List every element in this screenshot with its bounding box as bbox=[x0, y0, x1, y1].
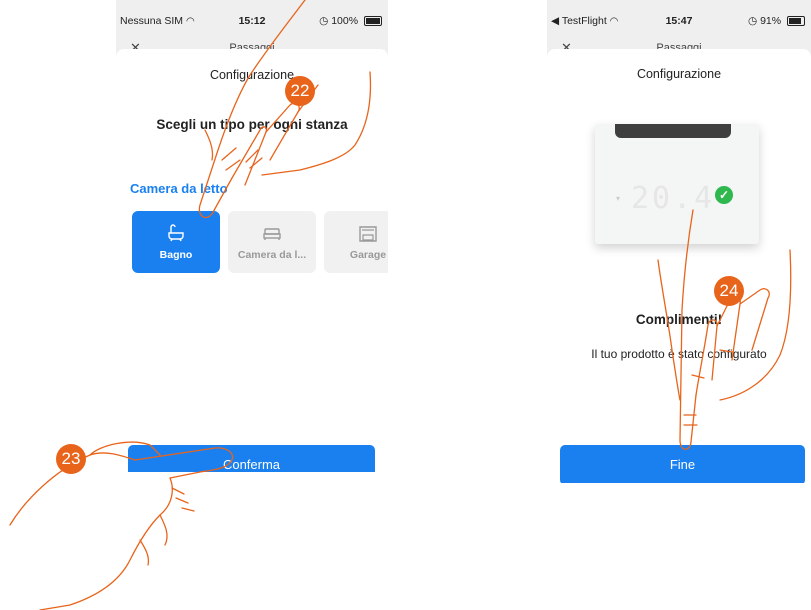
room-type-tile-bagno[interactable]: Bagno bbox=[132, 211, 220, 273]
battery-status: ◷ 100% bbox=[319, 15, 382, 27]
clock: 15:12 bbox=[238, 15, 266, 27]
sheet-title: Configurazione bbox=[636, 67, 722, 81]
wifi-icon: ◠ bbox=[185, 16, 195, 27]
room-type-list: Bagno Camera da l... Garage bbox=[132, 211, 388, 273]
battery-status: ◷ 91% bbox=[748, 15, 805, 27]
status-bar: Nessuna SIM ◠ 15:12 ◷ 100% bbox=[116, 12, 388, 32]
signal-icon: ▾ bbox=[616, 194, 621, 203]
room-type-tile-camera[interactable]: Camera da l... bbox=[228, 211, 316, 273]
confirm-button[interactable]: Conferma bbox=[128, 445, 375, 472]
battery-percent: 100% bbox=[331, 15, 359, 27]
alarm-icon: ◷ bbox=[747, 15, 758, 27]
room-type-tile-garage[interactable]: Garage bbox=[324, 211, 388, 273]
bed-icon bbox=[263, 228, 281, 240]
battery-icon bbox=[364, 16, 382, 27]
battery-icon bbox=[787, 16, 805, 27]
room-type-heading: Scegli un tipo per ogni stanza bbox=[156, 117, 348, 132]
battery-percent: 91% bbox=[760, 15, 782, 27]
carrier-status: Nessuna SIM ◠ bbox=[120, 15, 195, 27]
status-bar: ◀ TestFlight ◠ 15:47 ◷ 91% bbox=[547, 12, 811, 32]
step-badge: 24 bbox=[714, 276, 744, 306]
step-badge: 23 bbox=[56, 444, 86, 474]
thermostat-top-bar bbox=[615, 124, 731, 138]
sheet-title: Configurazione bbox=[209, 68, 295, 82]
configuration-sheet: Configurazione Scegli un tipo per ogni s… bbox=[116, 49, 388, 472]
phone-screen-left: Nessuna SIM ◠ 15:12 ◷ 100% ✕ Passaggi Co… bbox=[116, 0, 388, 472]
congrats-title: Complimenti! bbox=[635, 312, 723, 327]
carrier-label: Nessuna SIM bbox=[120, 15, 184, 27]
alarm-icon: ◷ bbox=[319, 15, 329, 27]
success-check-icon: ✓ bbox=[715, 186, 733, 204]
garage-icon bbox=[359, 226, 377, 242]
back-app-label: TestFlight bbox=[561, 15, 607, 27]
tile-label: Camera da l... bbox=[237, 249, 307, 261]
tile-label: Bagno bbox=[159, 249, 193, 261]
bathtub-icon bbox=[168, 224, 184, 242]
finish-button[interactable]: Fine bbox=[560, 445, 805, 483]
clock: 15:47 bbox=[665, 15, 693, 27]
back-arrow-icon: ◀ bbox=[551, 15, 560, 27]
thermostat-display: 20.4 bbox=[631, 181, 716, 216]
phone-screen-right: ◀ TestFlight ◠ 15:47 ◷ 91% ✕ Passaggi Co… bbox=[547, 0, 811, 483]
congrats-message: Il tuo prodotto è stato configurato bbox=[591, 347, 767, 361]
wifi-icon: ◠ bbox=[609, 16, 619, 27]
step-badge: 22 bbox=[285, 76, 315, 106]
thermostat-image: ▾ 20.4 ✓ bbox=[595, 124, 759, 244]
configuration-sheet: Configurazione ▾ 20.4 ✓ Complimenti! Il … bbox=[547, 49, 811, 483]
tile-label: Garage bbox=[349, 249, 387, 261]
back-to-app[interactable]: ◀ TestFlight ◠ bbox=[551, 15, 618, 27]
room-name-label: Camera da letto bbox=[130, 181, 228, 196]
